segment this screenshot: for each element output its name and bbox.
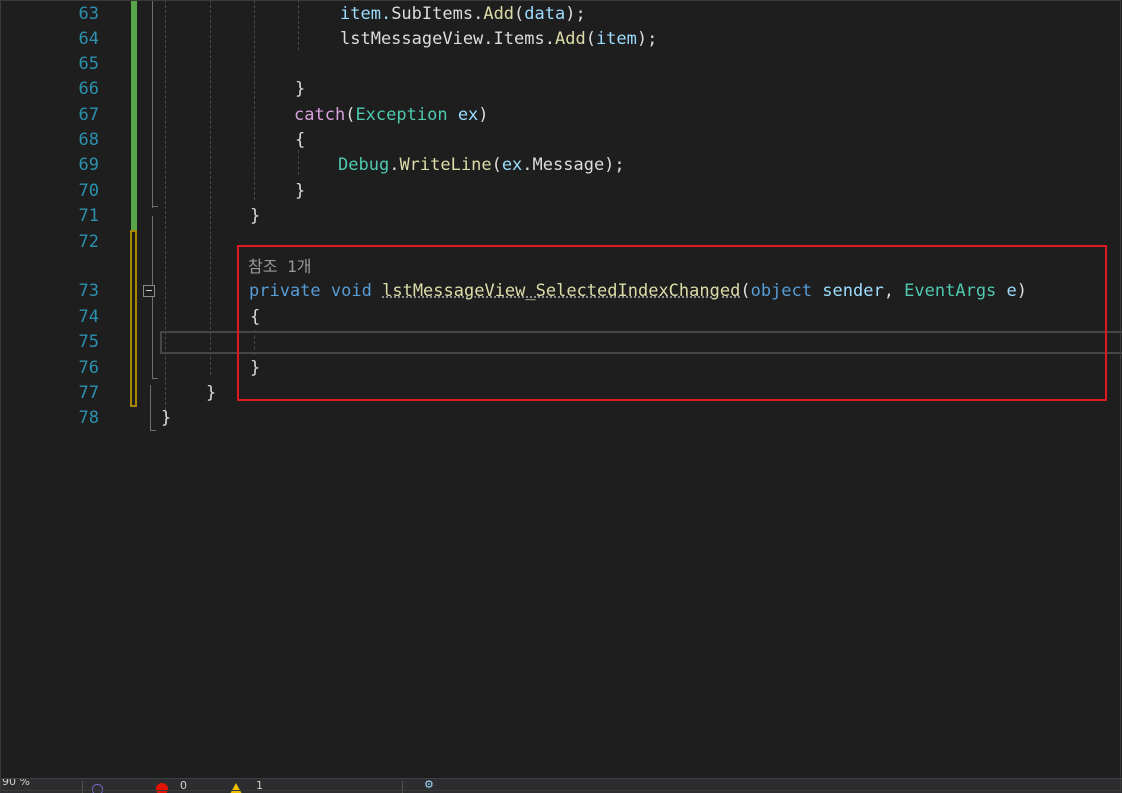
collapse-icon[interactable] [143, 285, 155, 297]
outline-line [152, 0, 153, 208]
code-token: } [295, 181, 306, 201]
line-number: 67 [78, 105, 99, 125]
code-token: ( [491, 155, 502, 175]
line-number: 74 [78, 307, 99, 327]
code-token: ( [514, 4, 525, 24]
line-number: 65 [78, 54, 99, 74]
code-token: WriteLine [399, 155, 492, 175]
indent-guide [210, 0, 211, 375]
status-separator [402, 781, 403, 793]
code-line-66: } [295, 77, 305, 102]
line-number: 78 [78, 408, 99, 428]
line-number: 71 [78, 206, 99, 226]
line-number: 77 [78, 383, 99, 403]
code-token: .Message); [522, 155, 625, 175]
code-token: . [389, 155, 400, 175]
indent-guide [298, 150, 299, 175]
code-token: Debug [338, 155, 390, 175]
code-token: item [595, 29, 637, 49]
code-line-63: item.SubItems.Add(data); [340, 2, 586, 27]
code-line-78: } [161, 406, 171, 431]
status-separator [82, 781, 83, 793]
code-token: ( [345, 105, 356, 125]
code-line-77: } [206, 381, 216, 406]
line-number: 66 [78, 79, 99, 99]
code-token: Add [554, 29, 586, 49]
indent-guide [165, 0, 166, 425]
error-count[interactable]: 0 [180, 780, 187, 792]
code-token: . [473, 4, 484, 24]
code-line-68: { [295, 128, 305, 153]
outline-line [152, 216, 153, 286]
line-number: 64 [78, 29, 99, 49]
annotation-highlight-box [237, 245, 1107, 401]
indent-guide [254, 0, 255, 200]
code-token: Items [493, 29, 545, 49]
code-token: SubItems [391, 4, 474, 24]
code-token: } [250, 206, 261, 226]
code-token: Exception [355, 105, 448, 125]
code-token: { [295, 130, 306, 150]
code-token: ( [585, 29, 596, 49]
line-number: 63 [78, 4, 99, 24]
code-token: . [544, 29, 555, 49]
outline-end-tick [150, 430, 156, 431]
saved-change-indicator [131, 0, 137, 230]
code-line-69: Debug.WriteLine(ex.Message); [338, 153, 625, 178]
line-number: 69 [78, 155, 99, 175]
outline-end-tick [152, 378, 158, 379]
code-token: } [161, 408, 172, 428]
outline-line [150, 385, 151, 431]
code-token: data [524, 4, 566, 24]
line-number: 70 [78, 181, 99, 201]
code-token: item. [340, 4, 392, 24]
code-token: ); [565, 4, 586, 24]
code-line-71: } [250, 204, 260, 229]
code-line-64: lstMessageView.Items.Add(item); [340, 27, 657, 52]
line-number: 72 [78, 232, 99, 252]
code-line-70: } [295, 179, 305, 204]
line-number: 76 [78, 358, 99, 378]
code-token: lstMessageView. [340, 29, 494, 49]
code-token: ex [501, 155, 523, 175]
health-icon[interactable]: ⚙ [424, 779, 434, 791]
zoom-level[interactable]: 90 % [2, 779, 30, 788]
outline-line [152, 297, 153, 379]
code-token: ex [457, 105, 479, 125]
code-token: } [206, 383, 217, 403]
line-number: 68 [78, 130, 99, 150]
line-number: 75 [78, 332, 99, 352]
code-token: Add [483, 4, 515, 24]
code-token: } [295, 79, 306, 99]
outline-end-tick [152, 206, 158, 207]
unsaved-change-indicator [130, 230, 137, 407]
indent-guide [298, 0, 299, 50]
code-token: catch [294, 105, 346, 125]
status-bar: 90 % 0 1 ⚙ [0, 778, 1122, 793]
code-token: ) [478, 105, 489, 125]
warning-count[interactable]: 1 [256, 780, 263, 792]
code-token: ); [636, 29, 658, 49]
line-number: 73 [78, 281, 99, 301]
code-editor[interactable]: 63 64 65 66 67 68 69 70 71 72 73 74 75 7… [0, 0, 1122, 778]
code-line-67: catch(Exception ex) [294, 103, 489, 128]
